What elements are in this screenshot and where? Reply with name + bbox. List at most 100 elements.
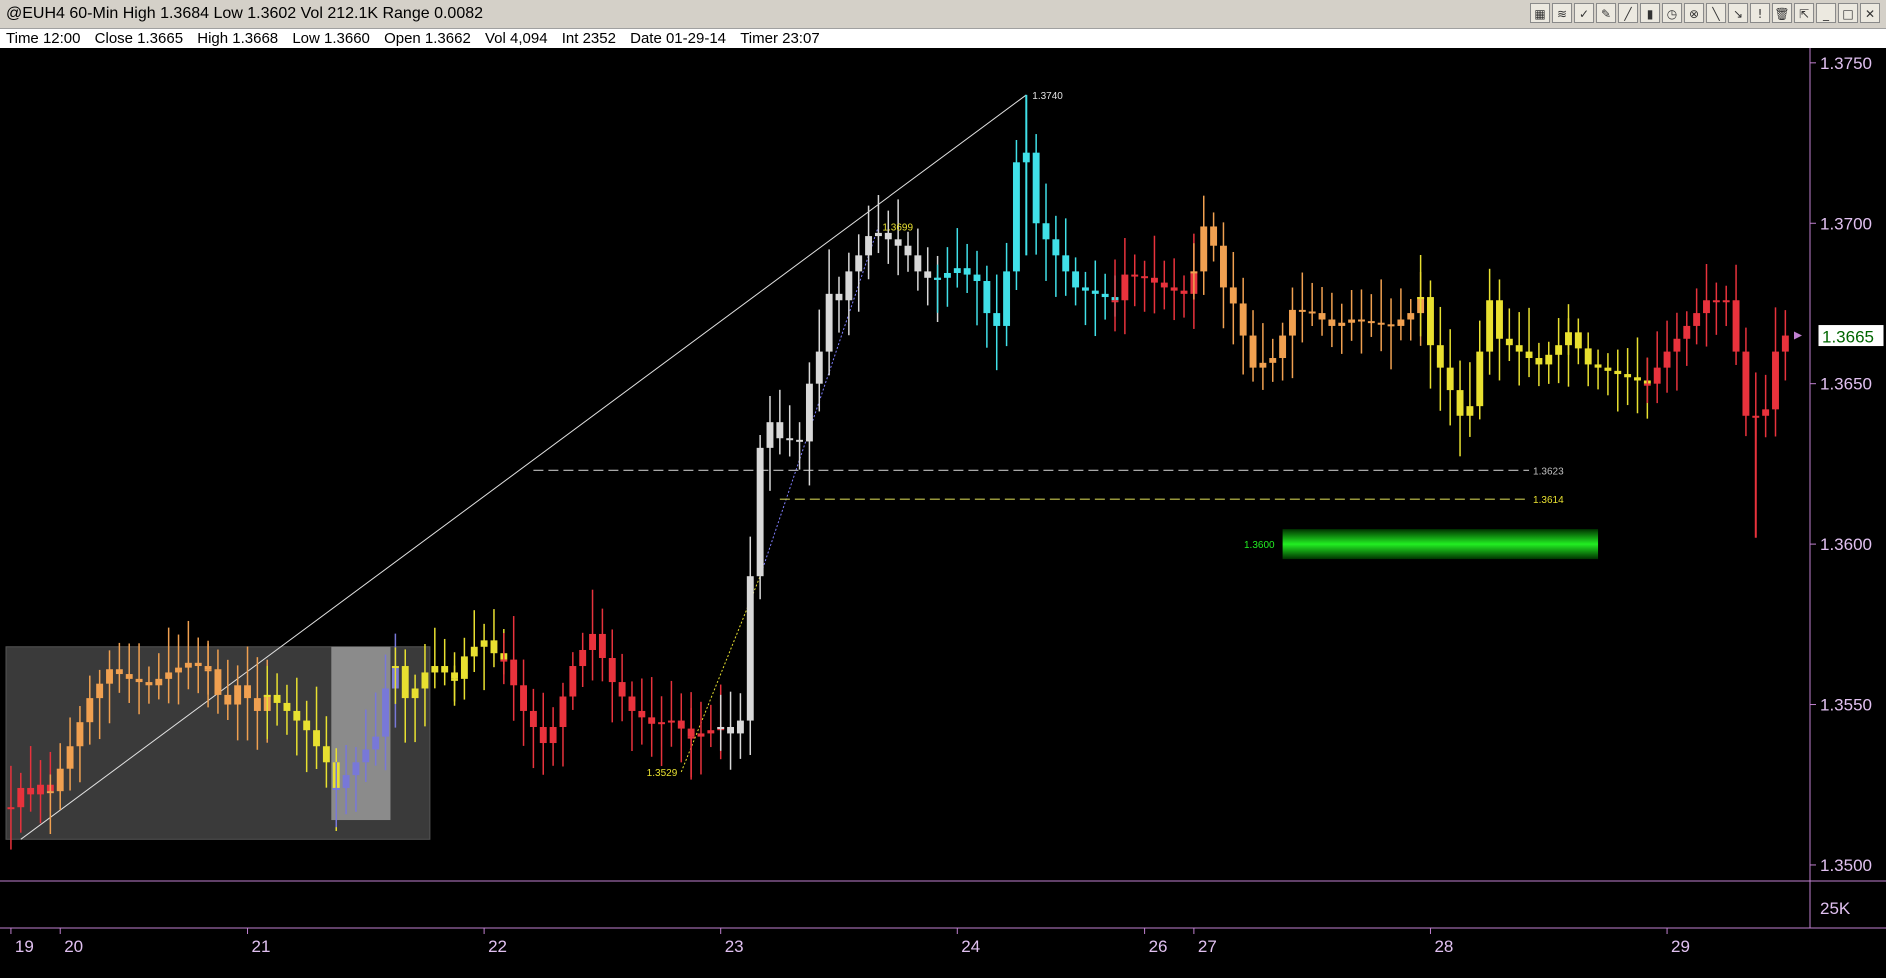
- candle-body: [1249, 335, 1257, 368]
- candle-body: [263, 694, 271, 697]
- pencil-icon[interactable]: ✎: [1596, 3, 1616, 23]
- bar-icon[interactable]: ▮: [1640, 3, 1660, 23]
- candle-body: [1456, 390, 1464, 416]
- candle-body: [559, 696, 567, 727]
- candle-body: [1259, 362, 1267, 368]
- candle-body: [145, 682, 153, 686]
- candle-body: [1555, 345, 1563, 355]
- candle-body: [303, 720, 311, 731]
- zone-label: 1.3600: [1244, 540, 1275, 551]
- candle-body: [746, 576, 754, 721]
- candle-body: [1348, 319, 1356, 323]
- close-icon[interactable]: ✕: [1860, 3, 1880, 23]
- candle-body: [520, 685, 527, 711]
- candle-body: [973, 274, 981, 282]
- candle-body: [234, 685, 242, 705]
- line-icon[interactable]: ╲: [1706, 3, 1726, 23]
- candle-body: [924, 271, 932, 278]
- minimize-icon[interactable]: _: [1816, 3, 1836, 23]
- candle-body: [618, 682, 626, 697]
- clock-icon[interactable]: ◷: [1662, 3, 1682, 23]
- candle-body: [1653, 367, 1661, 384]
- candle-body: [727, 726, 735, 734]
- candle-body: [1032, 152, 1040, 224]
- candle-body: [115, 669, 123, 675]
- candle-body: [1624, 374, 1632, 378]
- last-price-label: 1.3665: [1822, 328, 1874, 347]
- candle-body: [1781, 335, 1789, 352]
- candle-body: [1012, 162, 1020, 272]
- info-close: Close 1.3665: [94, 30, 184, 47]
- candle-body: [1387, 324, 1395, 327]
- candle-body: [835, 293, 843, 301]
- zoom-icon[interactable]: ⇱: [1794, 3, 1814, 23]
- candle-body: [1111, 300, 1119, 303]
- candle-body: [1496, 300, 1503, 339]
- arrow-icon[interactable]: ↘: [1728, 3, 1748, 23]
- candle-body: [1308, 311, 1316, 314]
- marker-icon[interactable]: !: [1750, 3, 1770, 23]
- candle-body: [470, 646, 478, 657]
- chart-type-icon[interactable]: ▦: [1530, 3, 1550, 23]
- candle-body: [56, 768, 64, 792]
- candle-body: [569, 666, 577, 697]
- candle-body: [855, 255, 863, 272]
- level-label-1: 1.3623: [1533, 466, 1564, 477]
- candle-body: [963, 268, 971, 275]
- candle-body: [165, 672, 173, 679]
- ruler-icon[interactable]: ╱: [1618, 3, 1638, 23]
- trash-icon[interactable]: 🗑: [1772, 3, 1792, 23]
- candle-body: [983, 281, 991, 314]
- candle-body: [1565, 332, 1572, 335]
- candle-body: [707, 730, 715, 734]
- price-tick-label: 1.3650: [1820, 375, 1872, 394]
- cross-icon[interactable]: ⊗: [1684, 3, 1704, 23]
- candle-body: [805, 383, 813, 442]
- candle-body: [352, 762, 360, 776]
- candle-body: [1693, 313, 1701, 326]
- candle-body: [648, 717, 656, 724]
- draw-icon[interactable]: ≋: [1552, 3, 1572, 23]
- candle-body: [17, 787, 25, 808]
- price-chart[interactable]: 1.3623 1.3614 1.3600 1.3740 1.3699 1.3529 1.3…: [0, 48, 1886, 978]
- time-tick-label: 27: [1198, 937, 1217, 956]
- candle-body: [125, 674, 133, 679]
- toolbar: ▦ ≋ ✓ ✎ ╱ ▮ ◷ ⊗ ╲ ↘! 🗑 ⇱ _ □ ✕: [1530, 3, 1880, 25]
- price-tick-label: 1.3550: [1820, 696, 1872, 715]
- candle-body: [1703, 300, 1710, 314]
- candle-body: [628, 696, 636, 711]
- candle-body: [332, 787, 340, 790]
- candle-body: [1594, 364, 1602, 368]
- candle-body: [865, 236, 873, 256]
- info-timer: Timer 23:07: [740, 30, 820, 47]
- candle-body: [451, 678, 458, 681]
- time-tick-label: 29: [1671, 937, 1690, 956]
- candle-body: [1486, 300, 1494, 352]
- candle-body: [736, 720, 744, 734]
- candle-body: [1160, 282, 1168, 288]
- restore-icon[interactable]: □: [1838, 3, 1858, 23]
- candle-body: [1476, 351, 1484, 407]
- candle-body: [1052, 239, 1060, 256]
- candle-body: [874, 232, 882, 237]
- info-vol: Vol 4,094: [484, 30, 548, 47]
- candle-body: [283, 702, 291, 711]
- candle-body: [214, 669, 222, 695]
- candle-body: [421, 672, 429, 689]
- candle-body: [135, 678, 143, 683]
- candle-body: [46, 791, 54, 794]
- candle-body: [579, 649, 587, 667]
- candle-body: [1121, 274, 1129, 301]
- candle-body: [658, 722, 666, 725]
- candle-body: [1505, 338, 1513, 346]
- candle-body: [1081, 287, 1089, 291]
- candle-body: [1673, 338, 1681, 352]
- candle-body: [27, 787, 35, 795]
- candle-body: [1742, 351, 1750, 416]
- candle-body: [717, 726, 725, 729]
- indicator-icon[interactable]: ✓: [1574, 3, 1594, 23]
- candle-body: [441, 666, 449, 673]
- candle-body: [1318, 313, 1326, 320]
- candle-body: [1535, 358, 1543, 365]
- candle-body: [86, 698, 94, 723]
